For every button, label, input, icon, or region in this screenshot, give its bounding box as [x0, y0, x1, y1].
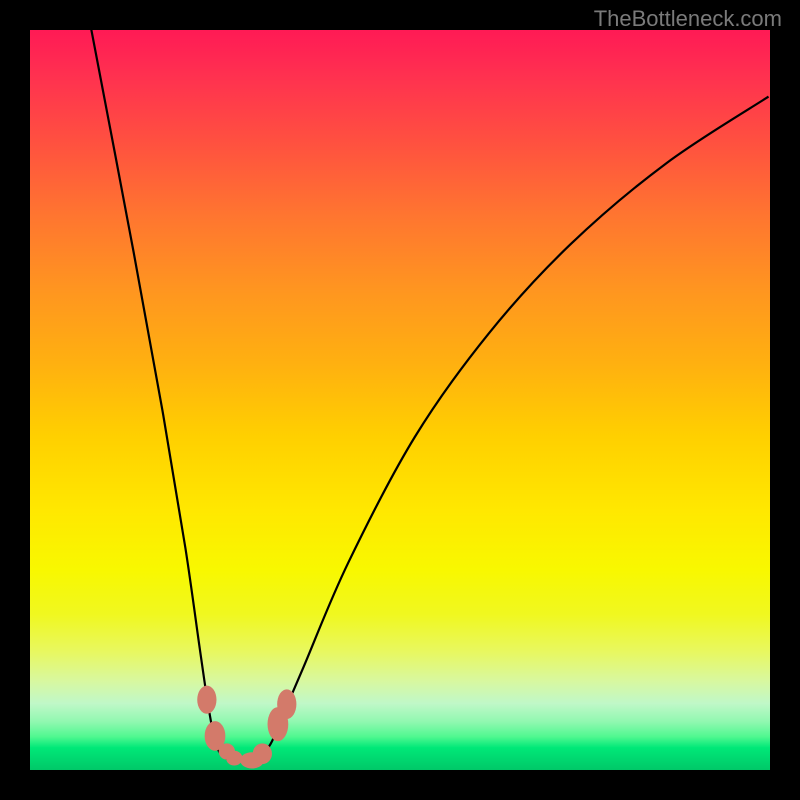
curve-marker — [253, 743, 272, 764]
chart-area — [30, 30, 770, 770]
curve-marker — [277, 689, 296, 719]
watermark-text: TheBottleneck.com — [594, 6, 782, 32]
bottleneck-curve-path — [91, 30, 769, 762]
curve-markers — [197, 686, 296, 769]
bottleneck-curve-svg — [30, 30, 770, 770]
curve-marker — [226, 751, 242, 766]
curve-marker — [197, 686, 216, 714]
